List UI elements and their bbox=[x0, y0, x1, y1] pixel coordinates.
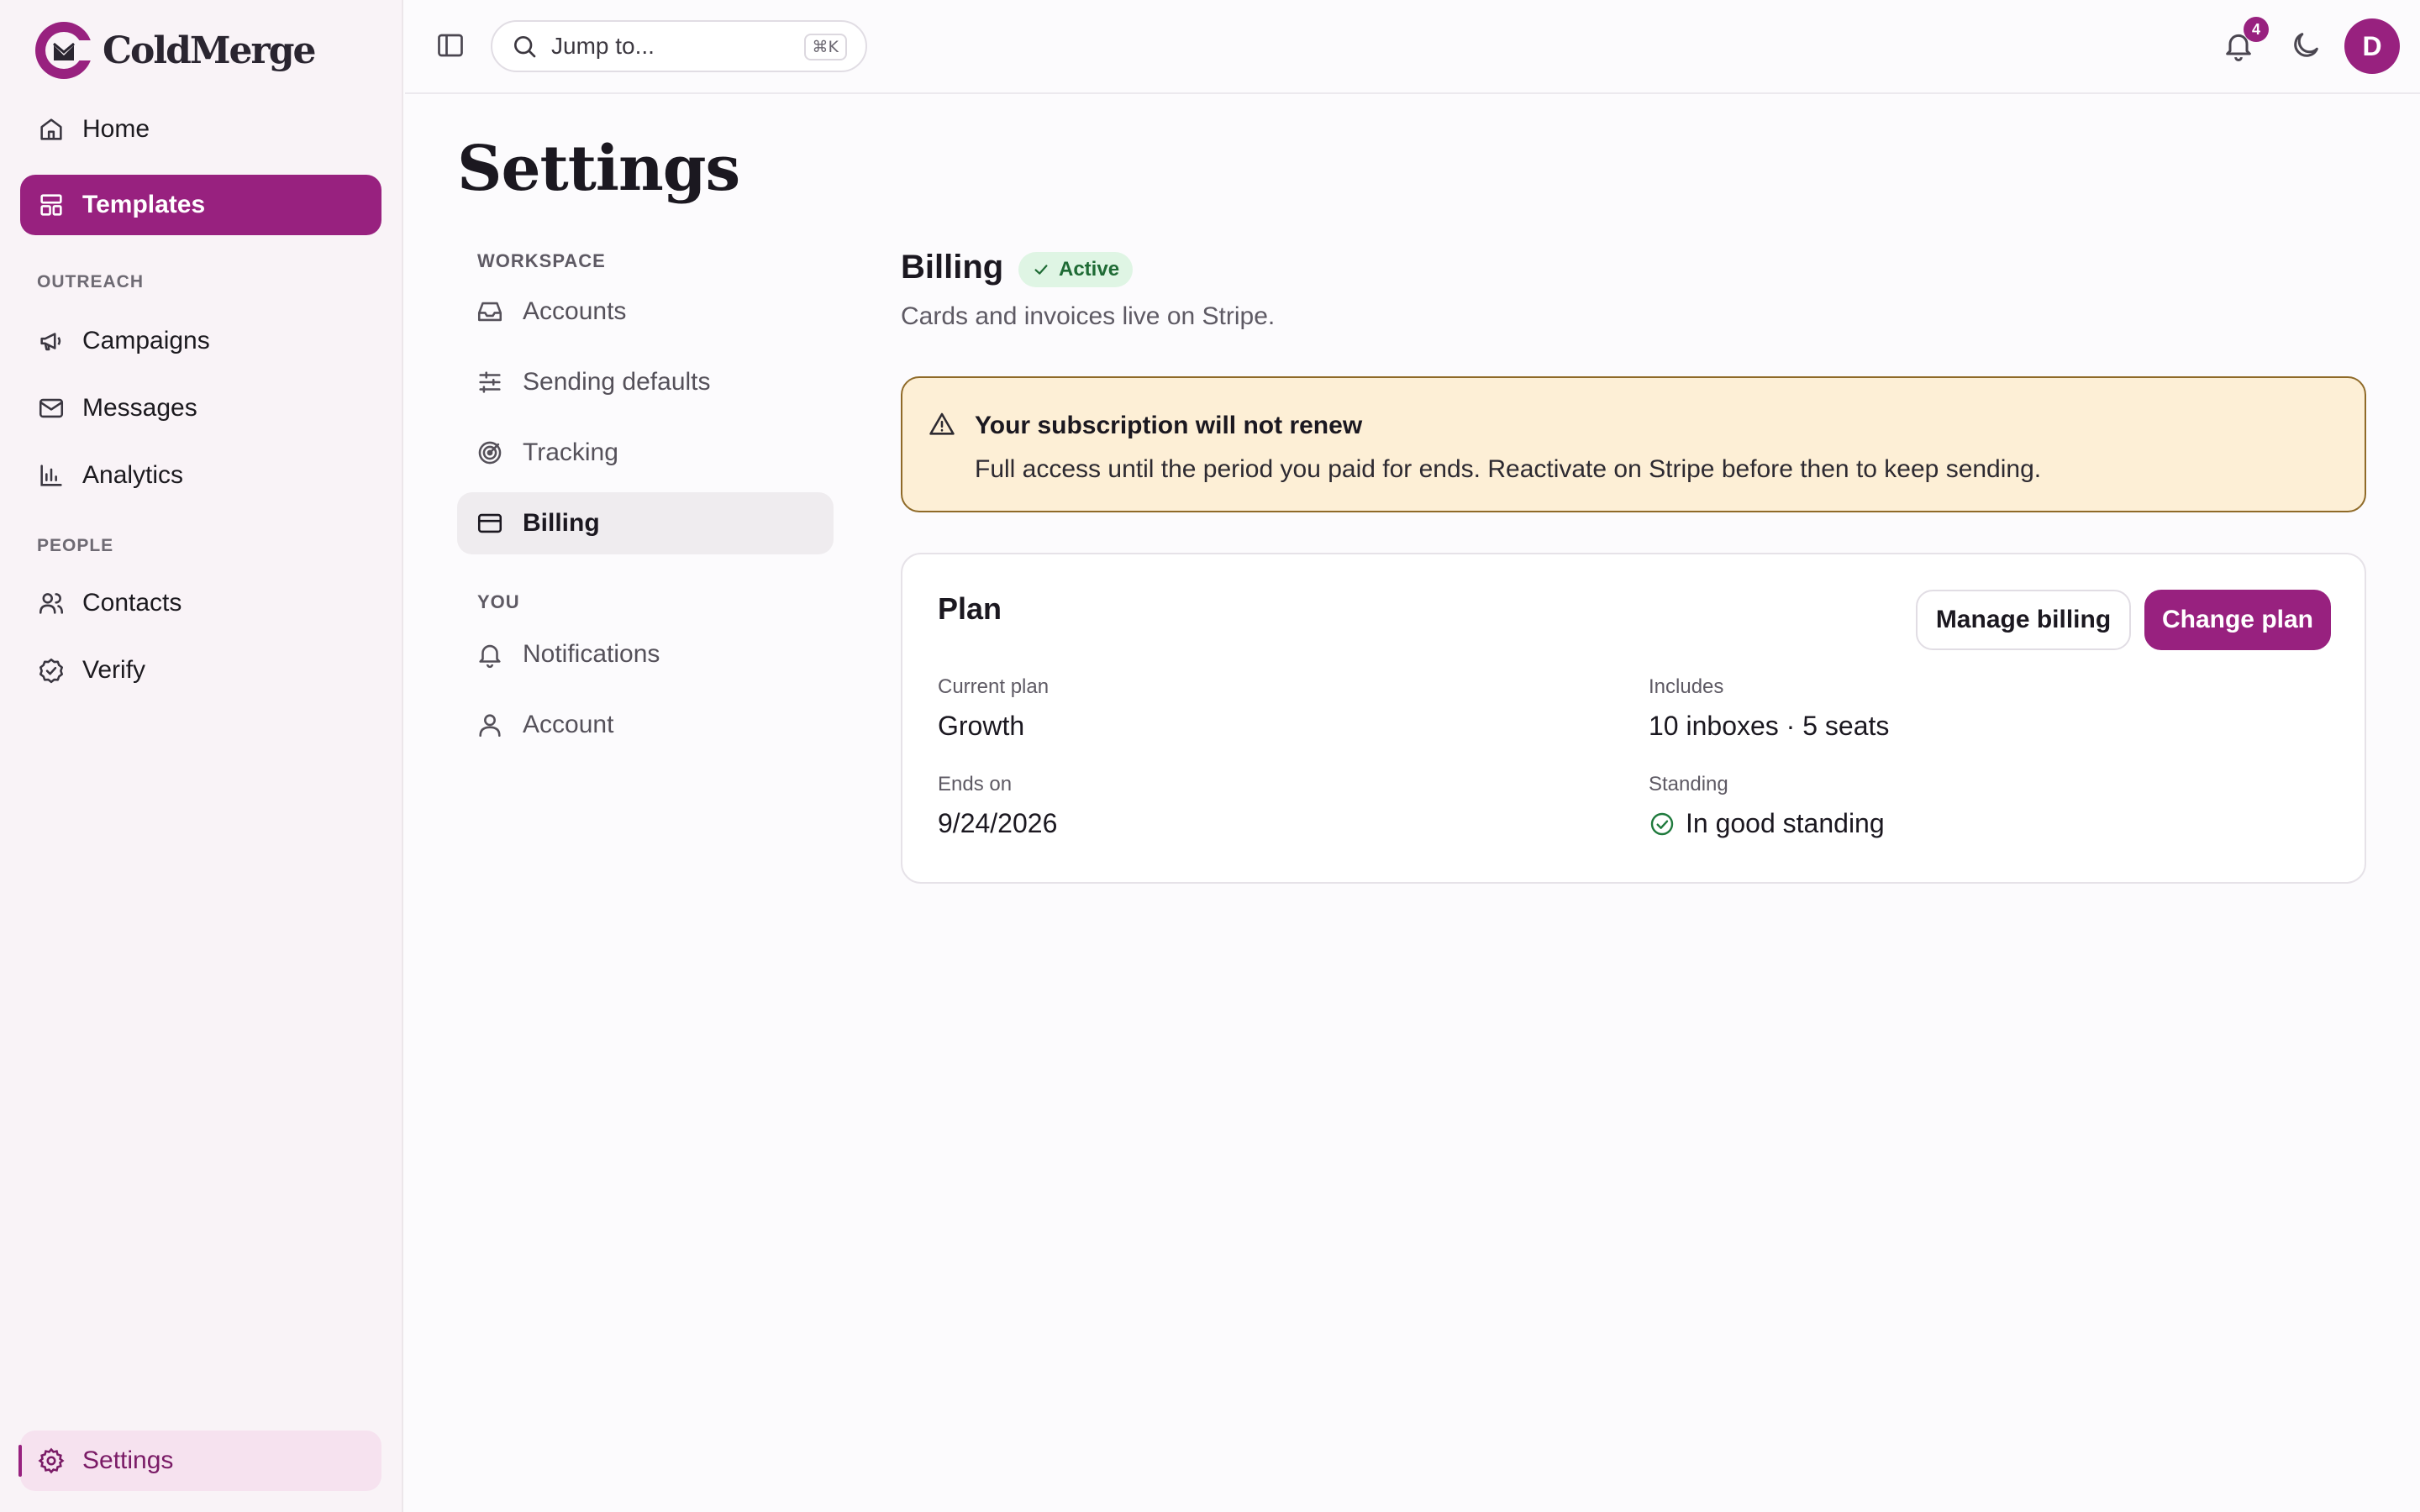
sidebar-toggle-icon[interactable] bbox=[435, 30, 466, 60]
billing-title: Billing bbox=[901, 249, 1004, 286]
settings-item-notifications[interactable]: Notifications bbox=[457, 623, 834, 685]
settings-item-label: Notifications bbox=[523, 640, 660, 668]
brand-name: ColdMerge bbox=[103, 29, 316, 72]
nav-item-label: Settings bbox=[82, 1446, 174, 1474]
nav-item-templates[interactable]: Templates bbox=[20, 175, 381, 235]
status-label: Active bbox=[1059, 258, 1120, 281]
page-title: Settings bbox=[457, 133, 740, 205]
status-badge: Active bbox=[1018, 252, 1134, 287]
target-icon bbox=[478, 441, 502, 465]
settings-item-tracking[interactable]: Tracking bbox=[457, 422, 834, 484]
renewal-alert: Your subscription will not renew Full ac… bbox=[901, 376, 2366, 512]
topbar: ⌘K bbox=[405, 0, 2420, 94]
settings-item-accounts[interactable]: Accounts bbox=[457, 281, 834, 343]
active-indicator bbox=[18, 1445, 22, 1477]
settings-item-label: Tracking bbox=[523, 438, 618, 466]
check-circle-icon bbox=[39, 658, 64, 684]
plan-card: Plan Manage billing Change plan Current … bbox=[901, 553, 2366, 884]
nav-item-label: Verify bbox=[82, 656, 146, 684]
includes-value: 10 inboxes · 5 seats bbox=[1649, 711, 1890, 741]
user-icon bbox=[479, 714, 501, 738]
standing-value: In good standing bbox=[1649, 808, 1885, 839]
nav-item-label: Contacts bbox=[82, 589, 182, 617]
settings-item-label: Billing bbox=[523, 509, 600, 537]
templates-icon bbox=[40, 194, 62, 216]
standing-label: Standing bbox=[1649, 773, 1728, 795]
moon-icon[interactable] bbox=[2289, 29, 2323, 62]
nav-item-label: Campaigns bbox=[82, 327, 210, 354]
avatar[interactable]: D bbox=[2344, 18, 2400, 74]
logo[interactable]: ColdMerge bbox=[32, 18, 316, 82]
credit-card-icon bbox=[477, 513, 502, 533]
settings-item-label: Account bbox=[523, 711, 614, 738]
megaphone-icon bbox=[40, 333, 61, 351]
notification-badge: 4 bbox=[2244, 17, 2269, 42]
home-icon bbox=[40, 118, 62, 140]
settings-item-account[interactable]: Account bbox=[457, 694, 834, 756]
manage-billing-button[interactable]: Manage billing bbox=[1916, 590, 2131, 650]
nav-item-contacts[interactable]: Contacts bbox=[20, 573, 381, 633]
settings-section-workspace: WORKSPACE bbox=[477, 250, 606, 271]
search-shortcut: ⌘K bbox=[803, 34, 847, 60]
settings-section-you: YOU bbox=[477, 591, 520, 612]
warning-icon bbox=[929, 412, 955, 435]
nav-item-campaigns[interactable]: Campaigns bbox=[20, 311, 381, 371]
coldmerge-logo-icon bbox=[35, 22, 96, 79]
change-plan-button[interactable]: Change plan bbox=[2144, 590, 2331, 650]
nav-item-label: Analytics bbox=[82, 461, 184, 489]
users-icon bbox=[39, 593, 64, 614]
nav-item-label: Messages bbox=[82, 394, 197, 422]
sliders-icon bbox=[479, 371, 501, 393]
gear-icon bbox=[38, 1447, 65, 1474]
nav-item-label: Home bbox=[82, 115, 150, 143]
alert-body: Full access until the period you paid fo… bbox=[975, 455, 2042, 483]
nav-item-analytics[interactable]: Analytics bbox=[20, 445, 381, 506]
search-box[interactable]: ⌘K bbox=[491, 20, 867, 72]
settings-item-billing[interactable]: Billing bbox=[457, 492, 834, 554]
mail-icon bbox=[39, 398, 64, 418]
nav-item-verify[interactable]: Verify bbox=[20, 640, 381, 701]
settings-item-label: Accounts bbox=[523, 297, 627, 325]
check-icon bbox=[1034, 265, 1048, 275]
current-plan-value: Growth bbox=[938, 711, 1025, 741]
check-circle-icon bbox=[1650, 812, 1674, 835]
bell-icon bbox=[479, 644, 501, 669]
current-plan-label: Current plan bbox=[938, 675, 1050, 698]
billing-subtitle: Cards and invoices live on Stripe. bbox=[901, 302, 1276, 330]
standing-text: In good standing bbox=[1686, 808, 1885, 838]
plan-title: Plan bbox=[938, 591, 1002, 626]
nav-section-people: PEOPLE bbox=[37, 536, 114, 555]
search-input[interactable] bbox=[551, 33, 803, 60]
nav-item-label: Templates bbox=[82, 191, 206, 218]
ends-on-value: 9/24/2026 bbox=[938, 808, 1058, 838]
nav-section-outreach: OUTREACH bbox=[37, 272, 144, 291]
nav-item-settings[interactable]: Settings bbox=[20, 1431, 381, 1491]
settings-item-label: Sending defaults bbox=[523, 368, 711, 396]
ends-on-label: Ends on bbox=[938, 773, 1013, 795]
bar-chart-icon bbox=[40, 465, 62, 486]
alert-title: Your subscription will not renew bbox=[975, 412, 1363, 439]
inbox-icon bbox=[477, 302, 502, 322]
includes-label: Includes bbox=[1649, 675, 1724, 698]
nav-item-home[interactable]: Home bbox=[20, 99, 381, 160]
nav-item-messages[interactable]: Messages bbox=[20, 378, 381, 438]
settings-item-sending-defaults[interactable]: Sending defaults bbox=[457, 351, 834, 413]
search-icon bbox=[514, 36, 536, 58]
sidebar: ColdMerge Home Templates OUTREACH Campai… bbox=[0, 0, 403, 1512]
